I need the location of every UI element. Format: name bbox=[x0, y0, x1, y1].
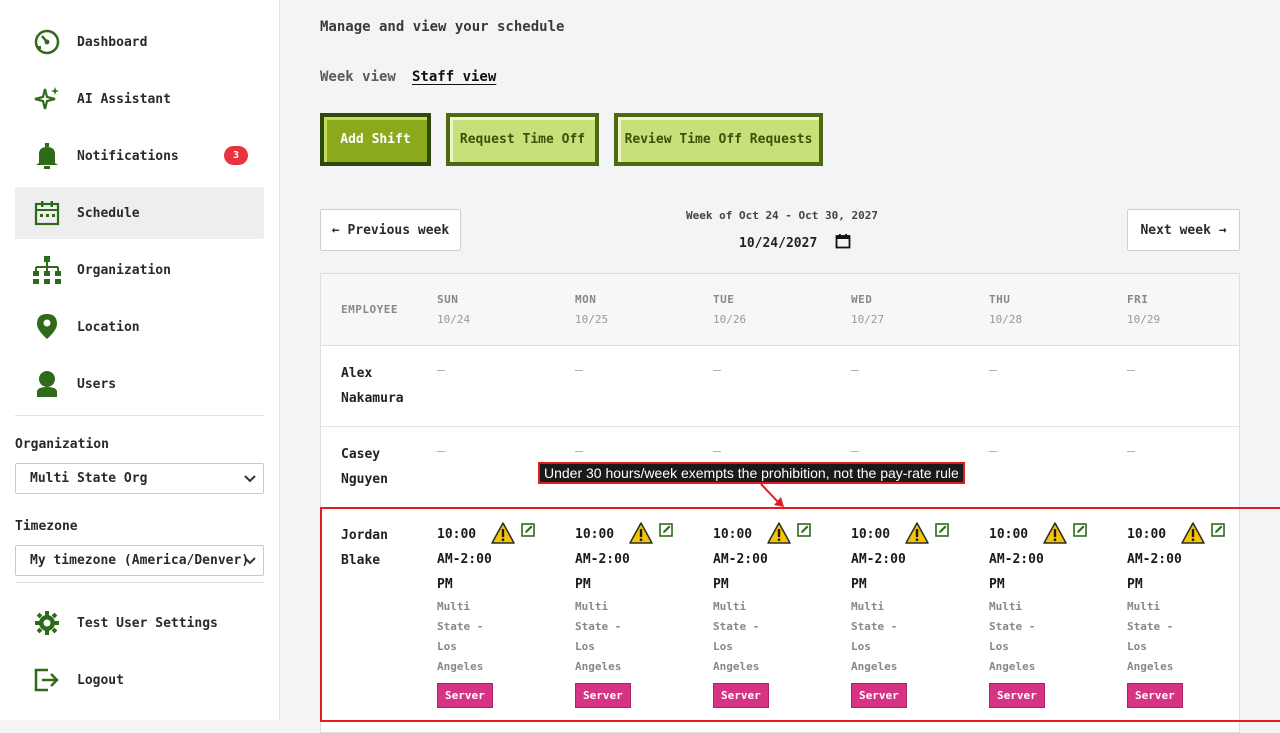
day-header-date: 10/24 bbox=[437, 313, 471, 326]
sidebar-item-label: AI Assistant bbox=[77, 91, 171, 107]
sidebar-item-label: Users bbox=[77, 376, 117, 392]
row-divider bbox=[321, 426, 1239, 427]
day-header-date: 10/26 bbox=[713, 313, 747, 326]
sidebar-item-notifications[interactable]: Notifications 3 bbox=[15, 130, 264, 182]
sidebar-item-ai-assistant[interactable]: AI Assistant bbox=[15, 73, 264, 125]
chevron-down-icon bbox=[243, 471, 257, 489]
day-header: MON bbox=[575, 293, 597, 306]
page-subtitle: Manage and view your schedule bbox=[320, 19, 565, 35]
bell-icon bbox=[32, 141, 62, 171]
sidebar-item-users[interactable]: Users bbox=[15, 358, 264, 410]
organization-select[interactable]: Multi State Org bbox=[15, 463, 264, 494]
timezone-label: Timezone bbox=[15, 519, 78, 534]
table-header: EMPLOYEE SUN 10/24 MON 10/25 TUE 10/26 W… bbox=[321, 274, 1239, 346]
empty-cell: – bbox=[989, 363, 997, 378]
user-icon bbox=[32, 369, 62, 399]
empty-cell: – bbox=[713, 444, 721, 459]
sidebar-item-logout[interactable]: Logout bbox=[15, 654, 264, 706]
next-week-button[interactable]: Next week → bbox=[1127, 209, 1240, 251]
review-time-off-requests-button[interactable]: Review Time Off Requests bbox=[614, 113, 823, 166]
calendar-icon bbox=[32, 198, 62, 228]
location-pin-icon bbox=[32, 312, 62, 342]
sparkle-icon bbox=[32, 84, 62, 114]
gear-icon bbox=[32, 608, 62, 638]
sidebar-item-label: Test User Settings bbox=[77, 615, 218, 631]
empty-cell: – bbox=[989, 444, 997, 459]
employee-name: Casey Nguyen bbox=[341, 442, 421, 492]
dashboard-icon bbox=[32, 27, 62, 57]
org-chart-icon bbox=[32, 255, 62, 285]
sidebar-item-label: Logout bbox=[77, 672, 124, 688]
tab-week-view[interactable]: Week view bbox=[320, 69, 396, 85]
empty-cell: – bbox=[851, 363, 859, 378]
sidebar-item-label: Schedule bbox=[77, 205, 140, 221]
sidebar-item-label: Organization bbox=[77, 262, 171, 278]
sidebar-item-label: Dashboard bbox=[77, 34, 148, 50]
annotation-label: Under 30 hours/week exempts the prohibit… bbox=[538, 462, 965, 484]
employee-first-name: Casey bbox=[341, 447, 381, 462]
sidebar-divider bbox=[15, 415, 264, 416]
employee-last-name: Nguyen bbox=[341, 472, 388, 487]
empty-cell: – bbox=[1127, 363, 1135, 378]
sidebar-item-location[interactable]: Location bbox=[15, 301, 264, 353]
day-header: FRI bbox=[1127, 293, 1149, 306]
tab-staff-view[interactable]: Staff view bbox=[412, 69, 496, 85]
organization-label: Organization bbox=[15, 437, 109, 452]
empty-cell: – bbox=[437, 444, 445, 459]
chevron-down-icon bbox=[243, 553, 257, 571]
employee-first-name: Alex bbox=[341, 366, 373, 381]
empty-cell: – bbox=[575, 444, 583, 459]
day-header-date: 10/25 bbox=[575, 313, 609, 326]
day-header: THU bbox=[989, 293, 1011, 306]
logout-icon bbox=[32, 665, 62, 695]
day-header: WED bbox=[851, 293, 873, 306]
week-date-value: 10/24/2027 bbox=[739, 235, 818, 251]
sidebar-divider bbox=[15, 582, 264, 583]
empty-cell: – bbox=[437, 363, 445, 378]
previous-week-button[interactable]: ← Previous week bbox=[320, 209, 461, 251]
organization-select-value: Multi State Org bbox=[30, 471, 148, 486]
day-header-date: 10/29 bbox=[1127, 313, 1161, 326]
employee-column-header: EMPLOYEE bbox=[341, 303, 398, 316]
employee-name: Alex Nakamura bbox=[341, 361, 421, 411]
employee-last-name: Nakamura bbox=[341, 391, 404, 406]
day-header: SUN bbox=[437, 293, 459, 306]
sidebar: Dashboard AI Assistant Notifications 3 S… bbox=[0, 0, 280, 720]
calendar-picker-icon[interactable] bbox=[835, 233, 851, 253]
empty-cell: – bbox=[575, 363, 583, 378]
empty-cell: – bbox=[851, 444, 859, 459]
week-range-label: Week of Oct 24 - Oct 30, 2027 bbox=[685, 209, 879, 222]
sidebar-item-organization[interactable]: Organization bbox=[15, 244, 264, 296]
sidebar-item-label: Notifications bbox=[77, 148, 179, 164]
week-date-input[interactable]: 10/24/2027 bbox=[739, 233, 851, 253]
empty-cell: – bbox=[1127, 444, 1135, 459]
day-header-date: 10/28 bbox=[989, 313, 1023, 326]
sidebar-item-settings[interactable]: Test User Settings bbox=[15, 597, 264, 649]
annotation-highlight-box bbox=[320, 507, 1280, 722]
day-header-date: 10/27 bbox=[851, 313, 885, 326]
empty-cell: – bbox=[713, 363, 721, 378]
notification-count-badge: 3 bbox=[224, 146, 248, 165]
sidebar-item-dashboard[interactable]: Dashboard bbox=[15, 16, 264, 68]
sidebar-item-schedule[interactable]: Schedule bbox=[15, 187, 264, 239]
annotation-arrow-icon bbox=[760, 483, 784, 507]
day-header: TUE bbox=[713, 293, 735, 306]
timezone-select[interactable]: My timezone (America/Denver) bbox=[15, 545, 264, 576]
timezone-select-value: My timezone (America/Denver) bbox=[30, 553, 250, 568]
add-shift-button[interactable]: Add Shift bbox=[320, 113, 431, 166]
sidebar-item-label: Location bbox=[77, 319, 140, 335]
request-time-off-button[interactable]: Request Time Off bbox=[446, 113, 599, 166]
